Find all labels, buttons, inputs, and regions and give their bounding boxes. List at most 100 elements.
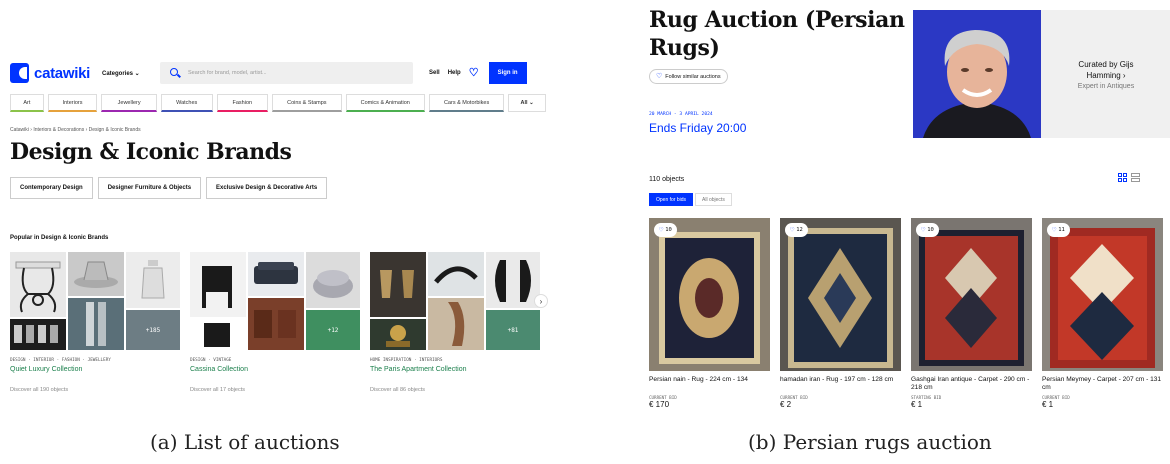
- lot-title[interactable]: Persian nain - Rug - 224 cm - 134: [649, 376, 770, 392]
- category-tab[interactable]: Fashion: [216, 94, 269, 112]
- curator-expertise: Expert in Antiques: [1077, 82, 1135, 90]
- filter-open-for-bids[interactable]: Open for bids: [649, 193, 694, 206]
- table-image: [10, 252, 66, 317]
- rug-image: ♡ 10: [649, 218, 770, 371]
- rug-image: ♡ 11: [1042, 218, 1163, 371]
- logo-text: catawiki: [34, 64, 90, 82]
- collection-title[interactable]: Cassina Collection: [190, 366, 360, 373]
- favorite-button[interactable]: ♡ 10: [654, 223, 677, 237]
- urns-image: [370, 252, 426, 317]
- category-tab[interactable]: Watches: [160, 94, 213, 112]
- heart-icon: ♡: [921, 225, 926, 234]
- collection-image-mosaic: +185: [10, 252, 180, 350]
- favorite-count: 12: [796, 227, 803, 233]
- discover-link[interactable]: Discover all 190 objects: [10, 387, 180, 393]
- categories-button[interactable]: Categories ⌄: [102, 70, 150, 77]
- favorite-button[interactable]: ♡ 10: [916, 223, 939, 237]
- follow-similar-button[interactable]: ♡ Follow similar auctions: [649, 69, 728, 84]
- lot-card[interactable]: ♡ 10 Persian nain - Rug - 224 cm - 134 CU…: [649, 218, 770, 409]
- more-count-badge: +81: [486, 310, 540, 350]
- lot-card[interactable]: ♡ 10 Gashgai Iran antique - Carpet - 290 …: [911, 218, 1032, 409]
- bid-value: € 1: [911, 400, 923, 409]
- lounge-chair-image: [428, 252, 484, 296]
- filter-all-objects[interactable]: All objects: [695, 193, 732, 206]
- heart-icon: ♡: [659, 225, 664, 234]
- favorite-count: 10: [927, 227, 934, 233]
- collection-card[interactable]: +185 DESIGN · INTERIOR · FASHION · JEWEL…: [10, 252, 180, 393]
- sign-in-button[interactable]: Sign in: [488, 62, 527, 84]
- collection-tags: HOME INSPIRATION · INTERIORS: [370, 358, 443, 363]
- bid-value: € 1: [1042, 400, 1054, 409]
- rug-image: ♡ 10: [911, 218, 1032, 371]
- collection-tags: DESIGN · VINTAGE: [190, 358, 232, 363]
- subcategory-buttons: Contemporary Design Designer Furniture &…: [10, 177, 328, 199]
- lot-title[interactable]: Persian Meymey - Carpet - 207 cm - 131 c…: [1042, 376, 1163, 392]
- popular-heading: Popular in Design & Iconic Brands: [10, 235, 109, 241]
- auction-end-time: Ends Friday 20:00: [649, 121, 747, 135]
- glass-decanter-image: [126, 252, 180, 308]
- heart-icon: ♡: [656, 73, 663, 80]
- cups-image: [10, 319, 66, 350]
- grid-view-icon[interactable]: [1118, 173, 1127, 182]
- heart-icon: ♡: [1052, 225, 1057, 234]
- top-navigation-bar: catawiki Categories ⌄ Search for brand, …: [10, 62, 546, 84]
- category-tabs: Art Interiors Jewellery Watches Fashion Coins…: [10, 94, 546, 112]
- curator-info[interactable]: Curated by Gijs Hamming › Expert in Anti…: [1041, 10, 1170, 138]
- leather-chairs-image: [248, 298, 304, 350]
- search-placeholder: Search for brand, model, artist...: [188, 70, 267, 76]
- collection-title[interactable]: The Paris Apartment Collection: [370, 366, 540, 373]
- category-tab[interactable]: Jewellery: [101, 94, 157, 112]
- cube-chair-image: [190, 319, 246, 350]
- collection-tags: DESIGN · INTERIOR · FASHION · JEWELLERY: [10, 358, 111, 363]
- lot-card[interactable]: ♡ 11 Persian Meymey - Carpet - 207 cm - 1…: [1042, 218, 1163, 409]
- caption-a: (a) List of auctions: [150, 430, 340, 454]
- lot-grid: ♡ 10 Persian nain - Rug - 224 cm - 134 CU…: [649, 218, 1163, 409]
- caption-b: (b) Persian rugs auction: [748, 430, 992, 454]
- lot-title[interactable]: Gashgai Iran antique - Carpet - 290 cm -…: [911, 376, 1032, 392]
- page-title: Design & Iconic Brands: [10, 139, 292, 165]
- auction-title: Rug Auction (Persian Rugs): [649, 7, 905, 61]
- lot-title[interactable]: hamadan iran - Rug - 197 cm - 128 cm: [780, 376, 901, 392]
- search-icon: [170, 68, 180, 78]
- collection-card[interactable]: +81 HOME INSPIRATION · INTERIORS The Par…: [370, 252, 540, 393]
- carousel-next-arrow-icon[interactable]: ›: [534, 294, 548, 308]
- category-tab[interactable]: Cars & Motorbikes: [428, 94, 505, 112]
- clock-image: [370, 319, 426, 350]
- category-tab[interactable]: Comics & Animation: [345, 94, 425, 112]
- vase-image: [68, 298, 124, 350]
- discover-link[interactable]: Discover all 17 objects: [190, 387, 360, 393]
- collection-carousel: +185 DESIGN · INTERIOR · FASHION · JEWEL…: [10, 252, 540, 393]
- discover-link[interactable]: Discover all 86 objects: [370, 387, 540, 393]
- bid-value: € 170: [649, 400, 670, 409]
- collection-card[interactable]: +12 DESIGN · VINTAGE Cassina Collection …: [190, 252, 360, 393]
- favorite-button[interactable]: ♡ 11: [1047, 223, 1070, 237]
- sell-link[interactable]: Sell: [429, 70, 440, 76]
- curator-name[interactable]: Curated by Gijs Hamming ›: [1066, 59, 1146, 81]
- list-view-icon[interactable]: [1131, 173, 1140, 182]
- collection-title[interactable]: Quiet Luxury Collection: [10, 366, 180, 373]
- more-count-badge: +185: [126, 310, 180, 350]
- subcategory-designer-furniture[interactable]: Designer Furniture & Objects: [97, 177, 202, 199]
- more-count-badge: +12: [306, 310, 360, 350]
- auction-dates: 20 MARCH - 3 APRIL 2024: [649, 112, 713, 117]
- logo-mark-icon: [10, 63, 30, 83]
- catawiki-logo[interactable]: catawiki: [10, 63, 90, 83]
- category-tab[interactable]: Coins & Stamps: [272, 94, 342, 112]
- category-tab[interactable]: Interiors: [47, 94, 98, 112]
- armchair-image: [306, 252, 360, 308]
- search-input[interactable]: Search for brand, model, artist...: [160, 62, 413, 84]
- all-categories-dropdown[interactable]: All ⌄: [508, 94, 546, 112]
- favorite-count: 11: [1058, 227, 1065, 233]
- breadcrumb[interactable]: Catawiki › Interiors & Decorations › Des…: [10, 127, 141, 133]
- subcategory-exclusive-design[interactable]: Exclusive Design & Decorative Arts: [206, 177, 328, 199]
- lot-filters: Open for bids All objects: [649, 193, 732, 206]
- category-tab[interactable]: Art: [10, 94, 44, 112]
- help-link[interactable]: Help: [448, 70, 461, 76]
- favorite-button[interactable]: ♡ 12: [785, 223, 808, 237]
- rug-image: ♡ 12: [780, 218, 901, 371]
- collection-image-mosaic: +12: [190, 252, 360, 350]
- lot-card[interactable]: ♡ 12 hamadan iran - Rug - 197 cm - 128 cm…: [780, 218, 901, 409]
- favorites-heart-icon[interactable]: ♡: [469, 67, 479, 79]
- sofa-image: [248, 252, 304, 296]
- subcategory-contemporary-design[interactable]: Contemporary Design: [10, 177, 93, 199]
